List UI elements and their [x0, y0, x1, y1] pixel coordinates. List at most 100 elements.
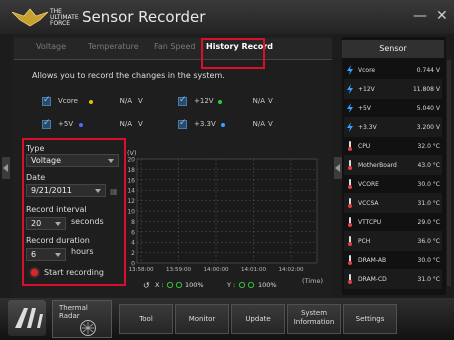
config-unit: V: [138, 120, 143, 128]
sensor-value: 11.808 V: [412, 86, 440, 93]
thermometer-icon: [348, 255, 352, 265]
scroll-left-button[interactable]: [2, 157, 10, 179]
lightning-icon: [347, 122, 353, 132]
tab-temperature[interactable]: Temperature: [88, 42, 139, 51]
y-tick-label: 8: [131, 219, 135, 226]
taskbar-item-label: Settings: [355, 315, 385, 323]
y-tick-label: 20: [127, 157, 135, 164]
tab-voltage[interactable]: Voltage: [36, 42, 66, 51]
sensor-row: +12V 11.808 V: [344, 79, 442, 99]
sensor-value: 31.0 °C: [417, 276, 440, 283]
sensor-row: +5V 5.040 V: [344, 98, 442, 118]
config-label: +5V: [58, 120, 74, 128]
description-text: Allows you to record the changes in the …: [32, 71, 225, 80]
interval-select[interactable]: 20: [26, 217, 66, 230]
tab-bar: Voltage Temperature Fan Speed History Re…: [14, 38, 332, 60]
taskbar-tool-button[interactable]: Tool: [119, 304, 173, 334]
x-tick-label: 14:00:00: [203, 267, 229, 273]
taskbar-item-label: Update: [245, 315, 271, 323]
config-33v[interactable]: +3.3V N/A V: [178, 118, 288, 130]
history-chart: 2018161412108642013:58:00 13:59:00 14:00:0…: [127, 149, 323, 290]
zoom-out-y-icon: [247, 281, 255, 289]
sensor-row: VCORE 30.0 °C: [344, 174, 442, 194]
taskbar-monitor-button[interactable]: Monitor: [175, 304, 229, 334]
history-tab-highlight: [201, 38, 265, 69]
sensor-row: MotherBoard 43.0 °C: [344, 155, 442, 175]
v5-color-dot: [79, 123, 83, 127]
radar-icon: [80, 320, 96, 336]
zoom-y-value: 100%: [258, 281, 277, 289]
taskbar-item-label: System Information: [293, 309, 335, 326]
date-select-value: 9/21/2011: [31, 186, 73, 195]
sensor-name: +3.3V: [358, 124, 377, 131]
taskbar-system-information-button[interactable]: System Information: [287, 304, 341, 334]
taskbar-settings-button[interactable]: Settings: [343, 304, 397, 334]
sensor-value: 31.0 °C: [417, 200, 440, 207]
config-vcore[interactable]: Vcore N/A V: [42, 95, 152, 107]
interval-unit: seconds: [71, 217, 104, 226]
title-bar: THE ULTIMATE FORCE Sensor Recorder — ✕: [0, 0, 454, 34]
sensor-row: VTTCPU 29.0 °C: [344, 212, 442, 232]
ai-logo-icon: [15, 308, 43, 328]
interval-select-value: 20: [31, 219, 42, 228]
taskbar-update-button[interactable]: Update: [231, 304, 285, 334]
sensor-value: 30.0 °C: [417, 181, 440, 188]
config-value: N/A: [119, 120, 132, 128]
sensor-value: 32.0 °C: [417, 143, 440, 150]
duration-select[interactable]: 6: [26, 248, 66, 261]
config-label: Vcore: [58, 97, 78, 105]
zoom-in-y-icon: [238, 281, 246, 289]
lightning-icon: [347, 65, 353, 75]
y-tick-label: 14: [127, 188, 135, 195]
calendar-icon[interactable]: ▦: [110, 187, 118, 196]
sensor-panel-arrow-button[interactable]: [334, 157, 342, 179]
config-value: N/A: [252, 120, 265, 128]
sensor-value: 29.0 °C: [417, 219, 440, 226]
sensor-name: MotherBoard: [358, 162, 397, 169]
v12-checkbox[interactable]: [178, 95, 187, 106]
sensor-name: DRAM-CD: [358, 276, 387, 283]
sensor-scrollbar[interactable]: [447, 60, 451, 286]
chevron-down-icon: [95, 189, 101, 193]
date-select[interactable]: 9/21/2011: [26, 184, 106, 197]
sensor-name: VTTCPU: [358, 219, 382, 226]
start-recording-button[interactable]: Start recording: [44, 268, 104, 277]
sensor-name: +12V: [358, 86, 375, 93]
thermal-radar-button[interactable]: Thermal Radar: [52, 300, 112, 338]
vcore-checkbox[interactable]: [42, 95, 51, 106]
minimize-button[interactable]: —: [413, 8, 427, 24]
y-tick-label: 4: [131, 240, 135, 247]
tab-fan-speed[interactable]: Fan Speed: [154, 42, 195, 51]
x-tick-label: 13:58:00: [128, 267, 154, 273]
sensor-row: VCCSA 31.0 °C: [344, 193, 442, 213]
thermometer-icon: [348, 198, 352, 208]
sensor-name: Vcore: [358, 67, 376, 74]
y-axis-label: (V): [127, 149, 137, 157]
reset-zoom-icon: ↺: [143, 281, 150, 290]
type-select-value: Voltage: [31, 156, 62, 165]
sensor-value: 30.0 °C: [417, 257, 440, 264]
v33-checkbox[interactable]: [178, 118, 187, 129]
y-tick-label: 12: [127, 198, 135, 205]
config-label: +12V: [194, 97, 214, 105]
sensor-name: CPU: [358, 143, 371, 150]
taskbar-item-label: Tool: [139, 315, 153, 323]
thermometer-icon: [348, 179, 352, 189]
type-select[interactable]: Voltage: [26, 154, 119, 167]
sensor-value: 43.0 °C: [417, 162, 440, 169]
v5-checkbox[interactable]: [42, 118, 51, 129]
ai-suite-logo-button[interactable]: [8, 300, 46, 336]
thermometer-icon: [348, 217, 352, 227]
thermometer-icon: [348, 236, 352, 246]
type-label: Type: [26, 144, 45, 153]
zoom-x-value: 100%: [185, 281, 204, 289]
thermal-radar-label: Thermal Radar: [59, 304, 88, 320]
config-label: +3.3V: [194, 120, 216, 128]
config-12v[interactable]: +12V N/A V: [178, 95, 288, 107]
x-tick-label: 14:01:00: [241, 267, 267, 273]
y-tick-label: 18: [127, 167, 135, 174]
v12-color-dot: [218, 100, 222, 104]
config-5v[interactable]: +5V N/A V: [42, 118, 152, 130]
window-title: Sensor Recorder: [82, 8, 206, 26]
close-button[interactable]: ✕: [436, 8, 448, 24]
